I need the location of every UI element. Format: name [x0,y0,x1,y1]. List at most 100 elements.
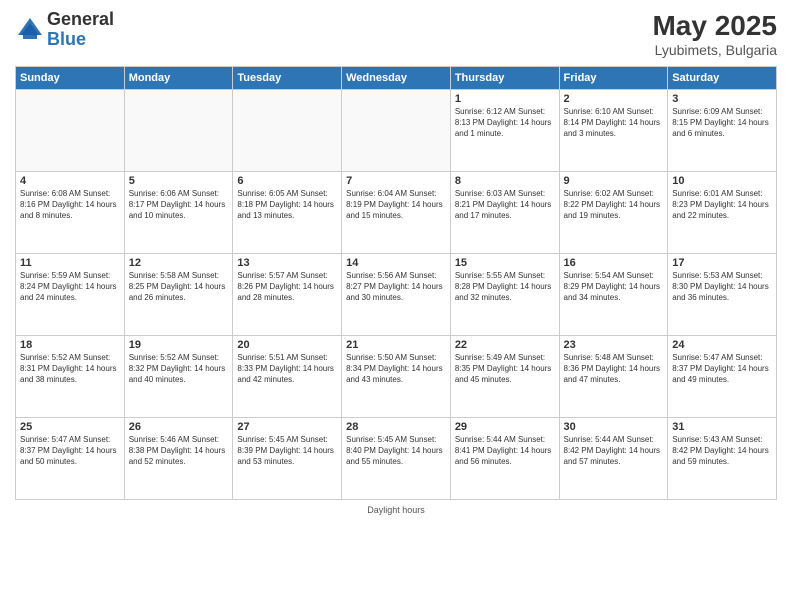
day-info: Sunrise: 5:45 AM Sunset: 8:39 PM Dayligh… [237,435,337,467]
day-number: 9 [564,175,664,187]
day-cell: 19Sunrise: 5:52 AM Sunset: 8:32 PM Dayli… [124,336,233,418]
day-number: 17 [672,257,772,269]
day-number: 20 [237,339,337,351]
day-number: 26 [129,421,229,433]
day-info: Sunrise: 5:58 AM Sunset: 8:25 PM Dayligh… [129,271,229,303]
day-cell: 20 Sunrise: 5:51 AM Sunset: 8:33 PM Dayli… [233,336,342,418]
day-number: 24 [672,339,772,351]
day-cell: 9 Sunrise: 6:02 AM Sunset: 8:22 PM Daylig… [559,172,668,254]
day-number: 21 [346,339,446,351]
day-number: 13 [237,257,337,269]
day-info: Sunrise: 6:05 AM Sunset: 8:18 PM Dayligh… [237,189,337,221]
day-info: Sunrise: 5:59 AM Sunset: 8:24 PM Dayligh… [20,271,120,303]
day-number: 22 [455,339,555,351]
day-info: Sunrise: 5:44 AM Sunset: 8:42 PM Dayligh… [564,435,664,467]
day-cell: 26 Sunrise: 5:46 AM Sunset: 8:38 PM Dayli… [124,418,233,500]
day-info: Sunrise: 6:09 AM Sunset: 8:15 PM Dayligh… [672,107,772,139]
col-header-sunday: Sunday [16,67,125,90]
day-info: Sunrise: 6:12 AM Sunset: 8:13 PM Dayligh… [455,107,555,139]
header: General Blue May 2025 Lyubimets, Bulgari… [15,10,777,58]
day-number: 14 [346,257,446,269]
logo-text: General Blue [47,10,114,50]
day-number: 29 [455,421,555,433]
main-title: May 2025 [652,10,777,42]
day-info: Sunrise: 5:55 AM Sunset: 8:28 PM Dayligh… [455,271,555,303]
day-number: 30 [564,421,664,433]
day-number: 8 [455,175,555,187]
page: General Blue May 2025 Lyubimets, Bulgari… [0,0,792,612]
day-number: 6 [237,175,337,187]
day-info: Sunrise: 5:52 AM Sunset: 8:31 PM Dayligh… [20,353,120,385]
day-info: Sunrise: 5:51 AM Sunset: 8:33 PM Dayligh… [237,353,337,385]
subtitle: Lyubimets, Bulgaria [652,42,777,58]
day-info: Sunrise: 5:57 AM Sunset: 8:26 PM Dayligh… [237,271,337,303]
day-number: 16 [564,257,664,269]
col-header-wednesday: Wednesday [342,67,451,90]
day-cell: 27Sunrise: 5:45 AM Sunset: 8:39 PM Dayli… [233,418,342,500]
day-number: 2 [564,93,664,105]
day-number: 31 [672,421,772,433]
day-cell: 8 Sunrise: 6:03 AM Sunset: 8:21 PM Daylig… [450,172,559,254]
col-header-friday: Friday [559,67,668,90]
day-info: Sunrise: 6:08 AM Sunset: 8:16 PM Dayligh… [20,189,120,221]
day-cell: 22 Sunrise: 5:49 AM Sunset: 8:35 PM Dayli… [450,336,559,418]
day-cell: 4Sunrise: 6:08 AM Sunset: 8:16 PM Daylig… [16,172,125,254]
day-cell: 12Sunrise: 5:58 AM Sunset: 8:25 PM Dayli… [124,254,233,336]
day-info: Sunrise: 6:02 AM Sunset: 8:22 PM Dayligh… [564,189,664,221]
col-header-saturday: Saturday [668,67,777,90]
day-info: Sunrise: 5:50 AM Sunset: 8:34 PM Dayligh… [346,353,446,385]
day-cell: 18 Sunrise: 5:52 AM Sunset: 8:31 PM Dayli… [16,336,125,418]
footer: Daylight hours [15,505,777,515]
day-cell: 10Sunrise: 6:01 AM Sunset: 8:23 PM Dayli… [668,172,777,254]
day-info: Sunrise: 6:06 AM Sunset: 8:17 PM Dayligh… [129,189,229,221]
calendar-header-row: SundayMondayTuesdayWednesdayThursdayFrid… [16,67,777,90]
day-cell: 15 Sunrise: 5:55 AM Sunset: 8:28 PM Dayli… [450,254,559,336]
day-info: Sunrise: 5:44 AM Sunset: 8:41 PM Dayligh… [455,435,555,467]
day-info: Sunrise: 5:56 AM Sunset: 8:27 PM Dayligh… [346,271,446,303]
day-info: Sunrise: 6:03 AM Sunset: 8:21 PM Dayligh… [455,189,555,221]
day-cell: 13 Sunrise: 5:57 AM Sunset: 8:26 PM Dayli… [233,254,342,336]
day-number: 15 [455,257,555,269]
day-cell: 1Sunrise: 6:12 AM Sunset: 8:13 PM Daylig… [450,90,559,172]
day-cell: 29 Sunrise: 5:44 AM Sunset: 8:41 PM Dayli… [450,418,559,500]
day-info: Sunrise: 5:43 AM Sunset: 8:42 PM Dayligh… [672,435,772,467]
day-cell: 5 Sunrise: 6:06 AM Sunset: 8:17 PM Daylig… [124,172,233,254]
week-row-0: 1Sunrise: 6:12 AM Sunset: 8:13 PM Daylig… [16,90,777,172]
week-row-1: 4Sunrise: 6:08 AM Sunset: 8:16 PM Daylig… [16,172,777,254]
day-cell: 16 Sunrise: 5:54 AM Sunset: 8:29 PM Dayli… [559,254,668,336]
day-cell: 2Sunrise: 6:10 AM Sunset: 8:14 PM Daylig… [559,90,668,172]
day-cell [342,90,451,172]
day-cell: 25Sunrise: 5:47 AM Sunset: 8:37 PM Dayli… [16,418,125,500]
day-number: 23 [564,339,664,351]
day-cell: 6 Sunrise: 6:05 AM Sunset: 8:18 PM Daylig… [233,172,342,254]
day-number: 10 [672,175,772,187]
logo-general: General [47,10,114,30]
title-block: May 2025 Lyubimets, Bulgaria [652,10,777,58]
logo-icon [15,15,45,45]
day-cell: 11Sunrise: 5:59 AM Sunset: 8:24 PM Dayli… [16,254,125,336]
col-header-monday: Monday [124,67,233,90]
day-info: Sunrise: 5:46 AM Sunset: 8:38 PM Dayligh… [129,435,229,467]
day-cell: 7Sunrise: 6:04 AM Sunset: 8:19 PM Daylig… [342,172,451,254]
day-number: 18 [20,339,120,351]
day-cell: 3Sunrise: 6:09 AM Sunset: 8:15 PM Daylig… [668,90,777,172]
day-info: Sunrise: 5:53 AM Sunset: 8:30 PM Dayligh… [672,271,772,303]
day-number: 5 [129,175,229,187]
day-number: 7 [346,175,446,187]
day-cell [16,90,125,172]
day-cell [233,90,342,172]
day-info: Sunrise: 5:49 AM Sunset: 8:35 PM Dayligh… [455,353,555,385]
logo-blue: Blue [47,30,114,50]
day-cell [124,90,233,172]
week-row-3: 18 Sunrise: 5:52 AM Sunset: 8:31 PM Dayli… [16,336,777,418]
day-info: Sunrise: 5:47 AM Sunset: 8:37 PM Dayligh… [20,435,120,467]
day-cell: 24 Sunrise: 5:47 AM Sunset: 8:37 PM Dayli… [668,336,777,418]
footer-text: Daylight hours [367,505,425,515]
day-info: Sunrise: 5:47 AM Sunset: 8:37 PM Dayligh… [672,353,772,385]
day-info: Sunrise: 5:54 AM Sunset: 8:29 PM Dayligh… [564,271,664,303]
day-cell: 28Sunrise: 5:45 AM Sunset: 8:40 PM Dayli… [342,418,451,500]
day-info: Sunrise: 5:52 AM Sunset: 8:32 PM Dayligh… [129,353,229,385]
calendar: SundayMondayTuesdayWednesdayThursdayFrid… [15,66,777,500]
week-row-4: 25Sunrise: 5:47 AM Sunset: 8:37 PM Dayli… [16,418,777,500]
day-cell: 17 Sunrise: 5:53 AM Sunset: 8:30 PM Dayli… [668,254,777,336]
